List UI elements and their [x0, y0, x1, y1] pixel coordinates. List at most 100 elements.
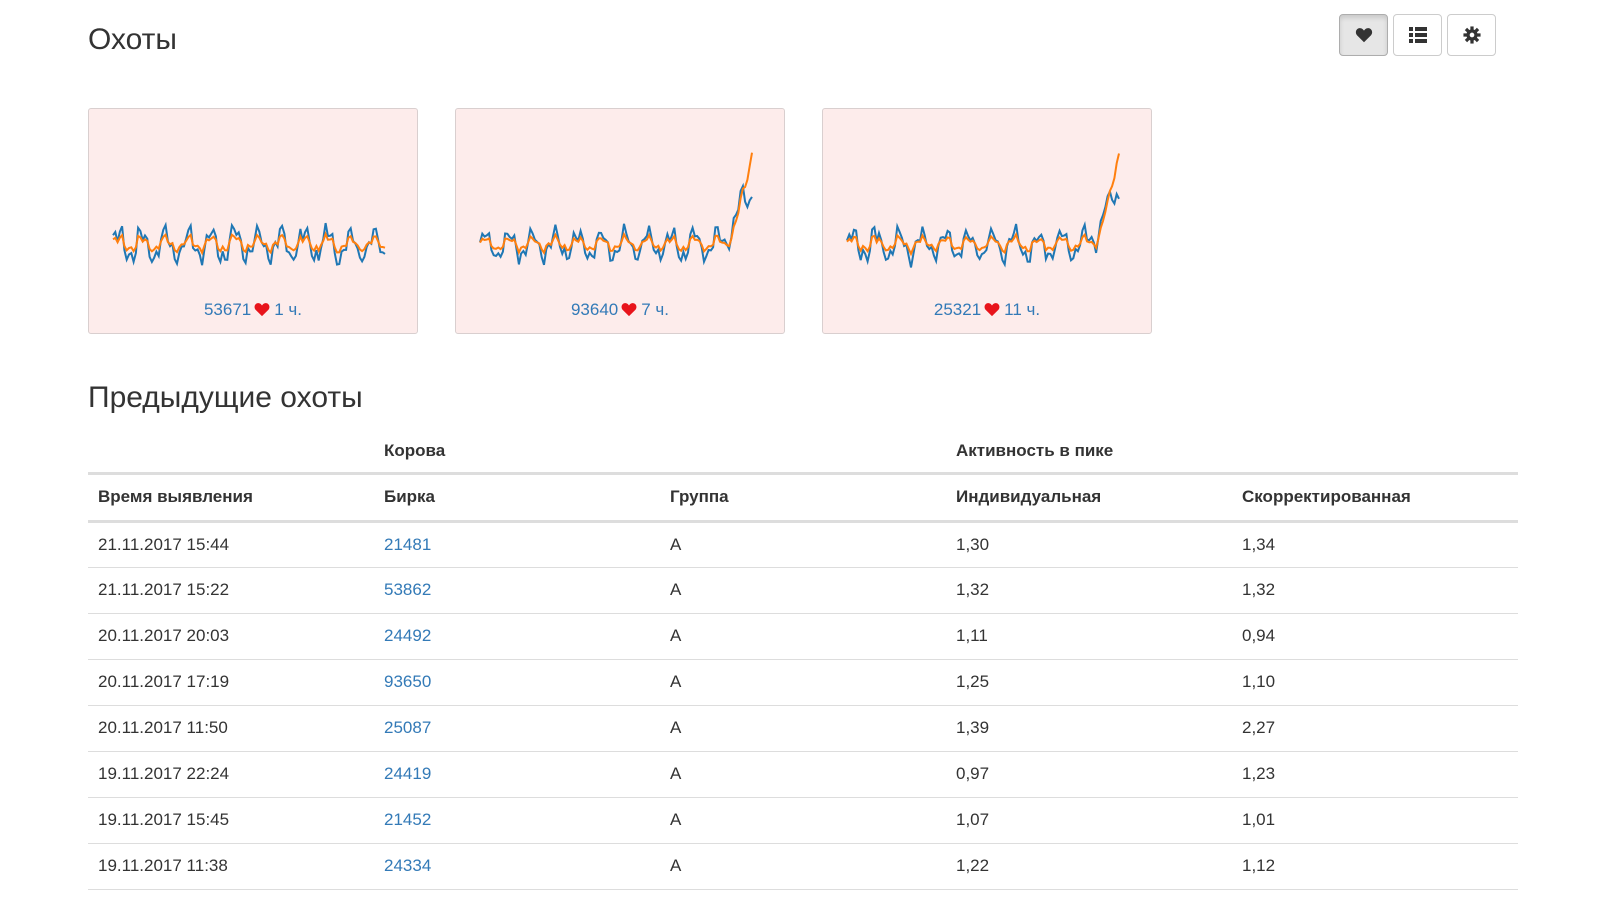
- table-cell: 1,23: [1232, 751, 1518, 798]
- smoothed-activity-line: [479, 152, 753, 256]
- table-cell: 21481: [374, 521, 660, 568]
- page-title: Охоты: [88, 23, 177, 56]
- table-cell: 1,34: [1232, 521, 1518, 568]
- heat-card[interactable]: 25321 11 ч.: [822, 108, 1152, 334]
- heat-card-caption: 25321 11 ч.: [823, 299, 1151, 321]
- individual-activity-cell: 0,97: [956, 764, 990, 783]
- table-cell: 53862: [374, 567, 660, 614]
- table-row: 21.11.2017 15:44 21481 A 1,30 1,34: [88, 521, 1518, 568]
- detection-time-cell: 19.11.2017 11:38: [98, 856, 228, 875]
- table-cell: A: [660, 705, 946, 752]
- detection-time-cell: 19.11.2017 15:45: [98, 810, 230, 829]
- individual-activity-cell: 1,25: [956, 672, 990, 691]
- cow-tag-link[interactable]: 53862: [384, 580, 431, 599]
- table-cell: 93650: [374, 659, 660, 706]
- cow-tag-link[interactable]: 93650: [384, 672, 431, 691]
- detection-time-cell: 19.11.2017 22:24: [98, 764, 230, 783]
- table-cell: 21.11.2017 15:44: [88, 521, 374, 568]
- table-cell: 1,30: [946, 521, 1232, 568]
- column-header-time[interactable]: Время выявления: [88, 473, 374, 523]
- column-header-corrected[interactable]: Скорректированная: [1232, 473, 1518, 523]
- cow-tag: 25321: [933, 300, 982, 319]
- heats-view-button[interactable]: [1339, 14, 1388, 56]
- group-cell: A: [670, 856, 682, 875]
- table-cell: 21.11.2017 15:22: [88, 567, 374, 614]
- cow-tag: 93640: [570, 300, 619, 319]
- table-cell: 21452: [374, 797, 660, 844]
- table-cell: 1,39: [946, 705, 1232, 752]
- table-cell: 1,25: [946, 659, 1232, 706]
- individual-activity-cell: 1,11: [956, 626, 988, 645]
- table-row: 19.11.2017 15:45 21452 A 1,07 1,01: [88, 797, 1518, 844]
- cow-tag-link[interactable]: 25087: [384, 718, 431, 737]
- column-header-group[interactable]: Группа: [660, 473, 946, 523]
- table-cell: 24419: [374, 751, 660, 798]
- table-row: 20.11.2017 20:03 24492 A 1,11 0,94: [88, 613, 1518, 660]
- active-heats: 53671 1 ч. 93640 7 ч. 25321 11 ч.: [88, 108, 1152, 334]
- corrected-activity-cell: 1,34: [1242, 534, 1276, 554]
- heat-elapsed-time: 1 ч.: [274, 300, 303, 319]
- individual-activity-cell: 1,30: [956, 534, 990, 554]
- table-cell: 1,22: [946, 843, 1232, 890]
- activity-line: [479, 182, 753, 266]
- column-header-tag[interactable]: Бирка: [374, 473, 660, 523]
- group-cell: A: [670, 764, 682, 783]
- heat-elapsed-time: 7 ч.: [641, 300, 670, 319]
- group-header-activity: Активность в пике: [946, 430, 1518, 475]
- corrected-activity-cell: 1,32: [1242, 580, 1276, 599]
- individual-activity-cell: 1,39: [956, 718, 990, 737]
- table-cell: 1,01: [1232, 797, 1518, 844]
- table-cell: 19.11.2017 22:24: [88, 751, 374, 798]
- corrected-activity-cell: 2,27: [1242, 718, 1276, 737]
- list-view-button[interactable]: [1393, 14, 1442, 56]
- cow-tag-link[interactable]: 24419: [384, 764, 431, 783]
- section-title: Предыдущие охоты: [88, 381, 363, 414]
- table-row: 20.11.2017 11:50 25087 A 1,39 2,27: [88, 705, 1518, 752]
- previous-heats-table: Корова Активность в пике Время выявления…: [88, 430, 1518, 890]
- table-row: 20.11.2017 17:19 93650 A 1,25 1,10: [88, 659, 1518, 706]
- table-cell: A: [660, 613, 946, 660]
- cow-tag-link[interactable]: 21452: [384, 810, 431, 829]
- individual-activity-cell: 1,32: [956, 580, 990, 599]
- detection-time-cell: 20.11.2017 20:03: [98, 626, 230, 645]
- table-cell: A: [660, 843, 946, 890]
- heat-card-caption: 53671 1 ч.: [89, 299, 417, 321]
- view-toolbar: [1339, 14, 1496, 56]
- detection-time-cell: 20.11.2017 11:50: [98, 718, 228, 737]
- table-group-header-row: Корова Активность в пике: [88, 430, 1518, 475]
- detection-time-cell: 21.11.2017 15:44: [98, 534, 230, 554]
- heat-card[interactable]: 93640 7 ч.: [455, 108, 785, 334]
- column-header-individual[interactable]: Индивидуальная: [946, 473, 1232, 523]
- table-cell: 24334: [374, 843, 660, 890]
- corrected-activity-cell: 1,12: [1242, 856, 1276, 875]
- table-row: 21.11.2017 15:22 53862 A 1,32 1,32: [88, 567, 1518, 614]
- activity-line: [846, 188, 1120, 268]
- table-cell: 1,11: [946, 613, 1232, 660]
- heart-icon: [254, 303, 270, 317]
- heart-icon: [621, 303, 637, 317]
- heat-card[interactable]: 53671 1 ч.: [88, 108, 418, 334]
- corrected-activity-cell: 1,01: [1242, 810, 1276, 829]
- cow-tag-link[interactable]: 24492: [384, 626, 431, 645]
- settings-button[interactable]: [1447, 14, 1496, 56]
- heart-icon: [1355, 28, 1372, 43]
- cow-tag: 53671: [203, 300, 252, 319]
- cow-tag-link[interactable]: 24334: [384, 856, 431, 875]
- table-cell: A: [660, 659, 946, 706]
- table-cell: 2,27: [1232, 705, 1518, 752]
- table-cell: A: [660, 797, 946, 844]
- activity-line: [112, 221, 386, 267]
- table-cell: 1,07: [946, 797, 1232, 844]
- cow-tag-link[interactable]: 21481: [384, 535, 431, 554]
- group-cell: A: [670, 580, 682, 599]
- group-cell: A: [670, 534, 682, 554]
- group-cell: A: [670, 810, 682, 829]
- table-row: 19.11.2017 22:24 24419 A 0,97 1,23: [88, 751, 1518, 798]
- table-cell: A: [660, 751, 946, 798]
- table-cell: 1,10: [1232, 659, 1518, 706]
- table-cell: 24492: [374, 613, 660, 660]
- individual-activity-cell: 1,07: [956, 810, 990, 829]
- table-cell: 0,97: [946, 751, 1232, 798]
- heat-elapsed-time: 11 ч.: [1004, 300, 1041, 319]
- list-icon: [1408, 27, 1427, 43]
